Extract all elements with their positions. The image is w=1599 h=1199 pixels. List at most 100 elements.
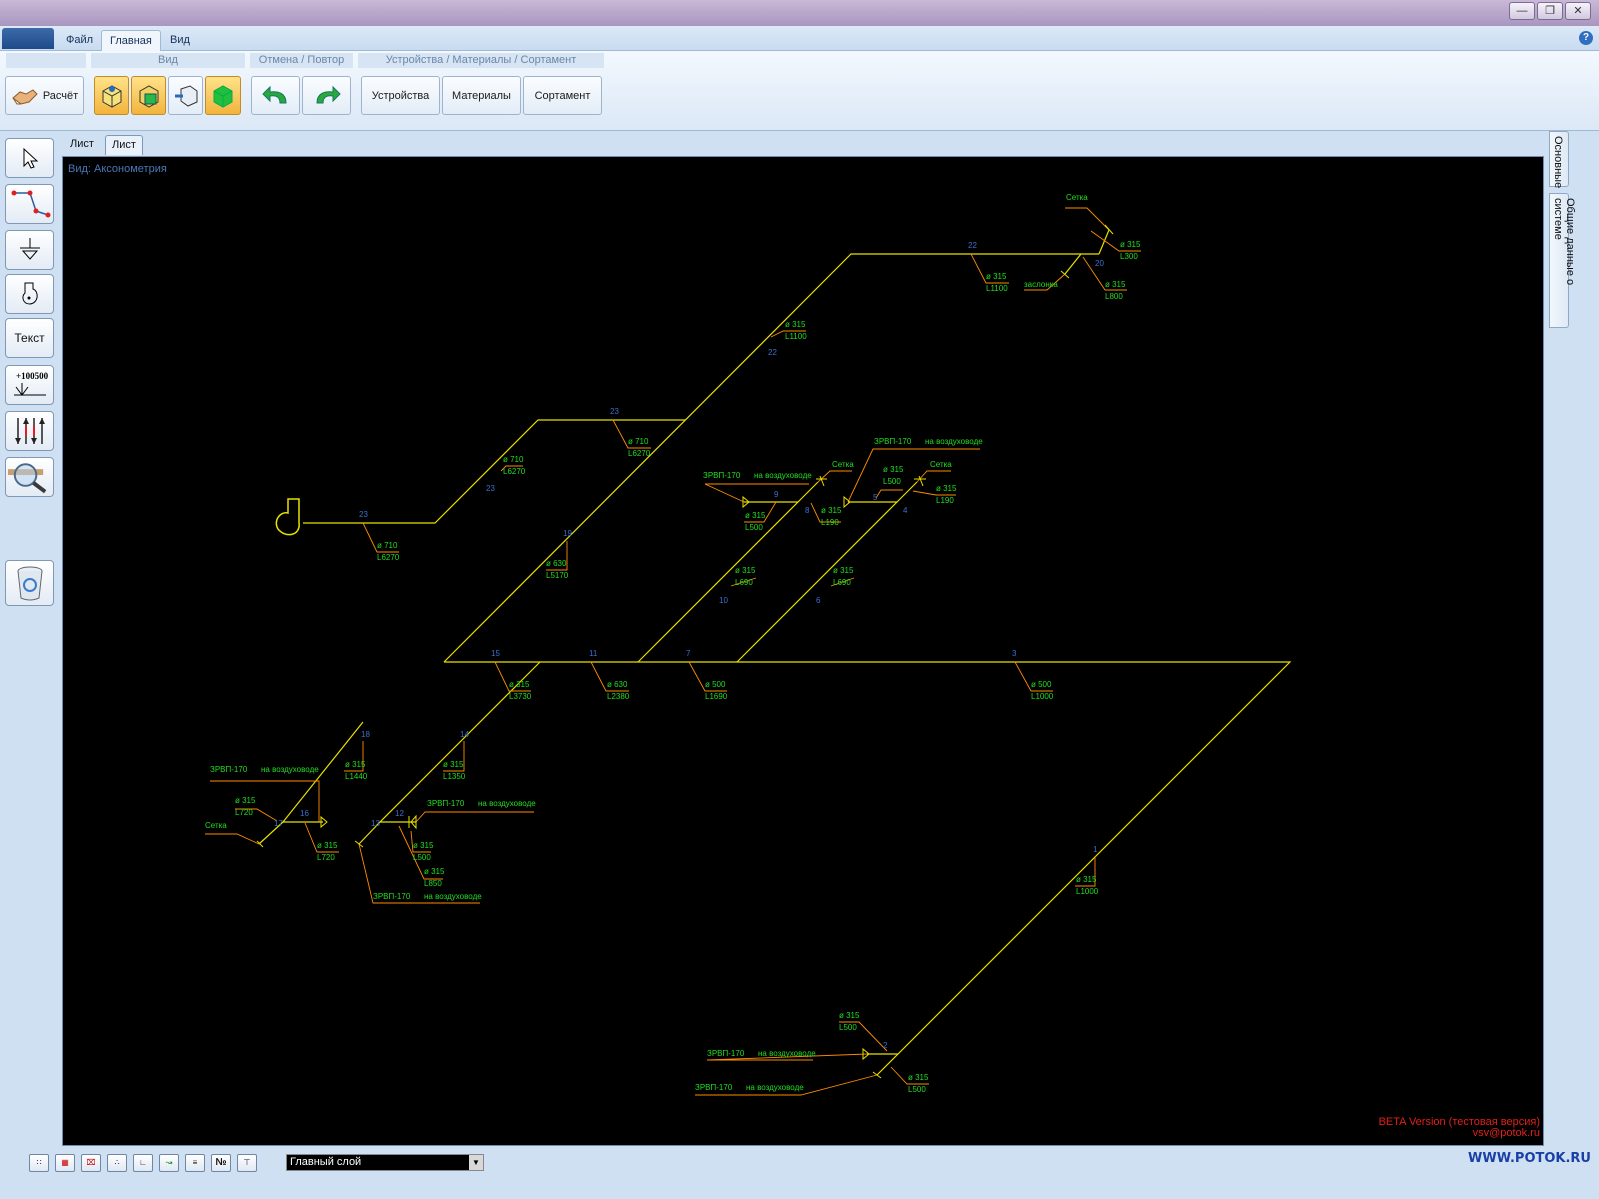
node-label: 2 bbox=[883, 1041, 888, 1050]
tab-sheet-2[interactable]: Лист bbox=[105, 135, 143, 155]
length-label: L2380 bbox=[607, 692, 630, 701]
tab-file[interactable]: Файл bbox=[58, 30, 101, 51]
diameter-label: ø 315 bbox=[424, 867, 445, 876]
diameter-label: ø 315 bbox=[235, 796, 256, 805]
diameter-label: ø 710 bbox=[628, 437, 649, 446]
level-mark-tool-button[interactable]: +100500 bbox=[5, 365, 54, 405]
node-label: 22 bbox=[768, 348, 777, 357]
duct-terminals[interactable] bbox=[258, 229, 1110, 1076]
tab-home[interactable]: Главная bbox=[101, 30, 161, 51]
snap-points-icon[interactable]: ∴ bbox=[107, 1154, 127, 1172]
levels-icon[interactable]: ⊤ bbox=[237, 1154, 257, 1172]
duct-draw-tool-button[interactable] bbox=[5, 184, 54, 224]
length-label: L720 bbox=[235, 808, 253, 817]
help-icon[interactable]: ? bbox=[1579, 31, 1593, 45]
length-label: L190 bbox=[936, 496, 954, 505]
polar-icon[interactable]: ↝ bbox=[159, 1154, 179, 1172]
devices-button[interactable]: Устройства bbox=[361, 76, 440, 115]
diameter-label: ø 500 bbox=[1031, 680, 1052, 689]
diameter-label: ø 315 bbox=[986, 272, 1007, 281]
text-tool-button[interactable]: Текст bbox=[5, 318, 54, 358]
length-label: L1100 bbox=[785, 332, 807, 341]
snap-grid-icon[interactable]: ▦ bbox=[55, 1154, 75, 1172]
node-label: 11 bbox=[589, 649, 598, 658]
zoom-tool-button[interactable] bbox=[5, 457, 54, 497]
redo-icon bbox=[315, 85, 341, 103]
dimension-labels-icon[interactable]: ≡ bbox=[185, 1154, 205, 1172]
delete-tool-button[interactable] bbox=[5, 560, 54, 606]
device-label: на воздуховоде bbox=[261, 765, 319, 774]
layer-select[interactable]: Главный слой ▼ bbox=[286, 1154, 484, 1171]
node-label: 14 bbox=[460, 730, 469, 739]
view-3d-button[interactable] bbox=[205, 76, 241, 115]
view-axonometric-button[interactable] bbox=[94, 76, 129, 115]
node-label: 6 bbox=[816, 596, 821, 605]
calculate-button[interactable]: Расчёт bbox=[5, 76, 84, 115]
undo-button[interactable] bbox=[251, 76, 300, 115]
handshake-icon bbox=[12, 88, 38, 105]
tab-system-data[interactable]: Общие данные о системе bbox=[1549, 193, 1576, 328]
device-label: Сетка bbox=[832, 460, 854, 469]
device-label: Сетка bbox=[930, 460, 952, 469]
device-label: ЗРВП-170 bbox=[874, 437, 912, 446]
tab-main-properties[interactable]: Основные bbox=[1549, 131, 1569, 188]
group-title-calc bbox=[6, 53, 86, 68]
device-label: на воздуховоде bbox=[925, 437, 983, 446]
view-front-button[interactable] bbox=[131, 76, 166, 115]
diameter-label: ø 315 bbox=[1105, 280, 1126, 289]
ortho-icon[interactable]: ∟ bbox=[133, 1154, 153, 1172]
website-link[interactable]: WWW.POTOK.RU bbox=[1468, 1151, 1591, 1166]
window-titlebar: — ❐ ✕ bbox=[0, 0, 1599, 26]
cursor-arrow-icon bbox=[23, 147, 38, 169]
tab-sheet-1[interactable]: Лист bbox=[64, 135, 100, 155]
duct-main-horizontal[interactable] bbox=[444, 661, 1292, 1055]
tab-view[interactable]: Вид bbox=[162, 30, 198, 51]
damper-symbols[interactable] bbox=[256, 224, 1114, 1079]
app-menu-button[interactable] bbox=[2, 28, 54, 49]
fan-symbol[interactable] bbox=[275, 498, 300, 536]
diameter-label: ø 315 bbox=[317, 841, 338, 850]
length-label: L500 bbox=[745, 523, 763, 532]
diameter-label: ø 315 bbox=[821, 506, 842, 515]
length-label: L190 bbox=[821, 518, 839, 527]
length-label: L3730 bbox=[509, 692, 532, 701]
diameter-label: ø 315 bbox=[345, 760, 366, 769]
length-label: L1690 bbox=[705, 692, 728, 701]
node-numbers-icon[interactable]: № bbox=[211, 1154, 231, 1172]
grille-tool-button[interactable] bbox=[5, 230, 54, 270]
duct-segment-23[interactable] bbox=[303, 419, 685, 524]
close-icon[interactable]: ✕ bbox=[1565, 2, 1591, 20]
device-label: на воздуховоде bbox=[424, 892, 482, 901]
assortment-button[interactable]: Сортамент bbox=[523, 76, 602, 115]
snap-off-icon[interactable]: ⌧ bbox=[81, 1154, 101, 1172]
level-mark-icon: +100500 bbox=[13, 371, 48, 396]
drawing-canvas[interactable]: Вид: Аксонометрия 22 20 22 23 23 23 19 9… bbox=[62, 156, 1544, 1146]
diameter-label: ø 315 bbox=[833, 566, 854, 575]
chevron-down-icon[interactable]: ▼ bbox=[469, 1155, 483, 1170]
flow-direction-tool-button[interactable] bbox=[5, 411, 54, 451]
device-label: ЗРВП-170 bbox=[210, 765, 248, 774]
redo-button[interactable] bbox=[302, 76, 351, 115]
device-label: заслонка bbox=[1024, 280, 1058, 289]
restore-icon[interactable]: ❐ bbox=[1537, 2, 1563, 20]
duct-branch-10[interactable] bbox=[637, 501, 800, 663]
node-label: 1 bbox=[1093, 845, 1098, 854]
minimize-icon[interactable]: — bbox=[1509, 2, 1535, 20]
right-side-panel: Основные Общие данные о системе bbox=[1548, 131, 1576, 1148]
diameter-label: ø 315 bbox=[1076, 875, 1097, 884]
select-tool-button[interactable] bbox=[5, 138, 54, 178]
diameter-label: ø 315 bbox=[1120, 240, 1141, 249]
grid-dots-icon[interactable]: ∷ bbox=[29, 1154, 49, 1172]
view-side-button[interactable] bbox=[168, 76, 203, 115]
length-label: L500 bbox=[883, 477, 901, 486]
materials-button[interactable]: Материалы bbox=[442, 76, 521, 115]
diameter-label: ø 630 bbox=[607, 680, 628, 689]
beta-watermark: BETA Version (тестовая версия) vsv@potok… bbox=[1379, 1117, 1540, 1139]
group-title-devices: Устройства / Материалы / Сортамент bbox=[358, 53, 604, 68]
length-label: L800 bbox=[1105, 292, 1123, 301]
length-label: L500 bbox=[839, 1023, 857, 1032]
fan-tool-button[interactable] bbox=[5, 274, 54, 314]
duct-main-riser[interactable] bbox=[443, 253, 1099, 663]
length-label: L6270 bbox=[503, 467, 526, 476]
diameter-label: ø 710 bbox=[503, 455, 524, 464]
